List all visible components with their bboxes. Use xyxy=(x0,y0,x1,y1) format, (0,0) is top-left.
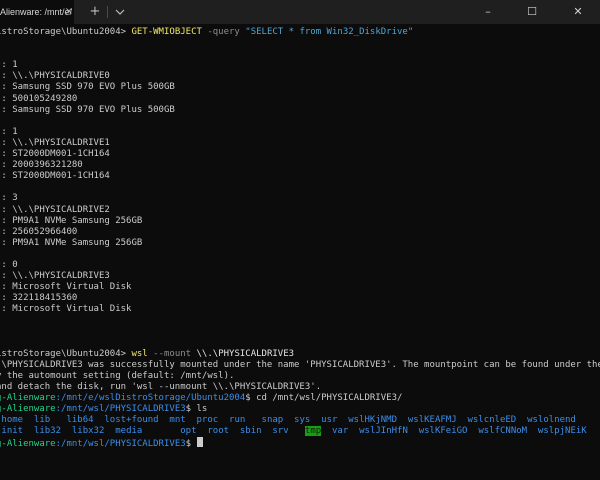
bash-prompt-path: :/mnt/wsl/PHYSICALDRIVE3 xyxy=(55,439,186,449)
drive-field: : \\.\PHYSICALDRIVE2 xyxy=(0,204,110,215)
ps-prompt: istroStorage\Ubuntu2004> xyxy=(0,27,132,37)
ls-entry: lib xyxy=(23,415,51,426)
drive-field: : Microsoft Virtual Disk xyxy=(0,282,132,293)
ls-entry: wslHKjNMD xyxy=(337,415,398,426)
drive-field: : \\.\PHYSICALDRIVE1 xyxy=(0,137,110,148)
text-cursor xyxy=(196,437,203,448)
ls-entry: lib64 xyxy=(50,415,94,426)
drive-field: : \\.\PHYSICALDRIVE0 xyxy=(0,71,110,82)
drive-field: : PM9A1 NVMe Samsung 256GB xyxy=(0,237,143,248)
ls-entry: srv xyxy=(261,426,289,437)
tab-active[interactable]: g-Alienware: /mnt/e/ xyxy=(0,0,74,24)
ps-prompt: istroStorage\Ubuntu2004> xyxy=(0,348,132,359)
drive-field: : 1 xyxy=(1,60,18,71)
drive-field: : ST2000DM001-1CH164 xyxy=(0,149,110,160)
ps-command: GET-WMIOBJECT xyxy=(131,27,202,37)
chevron-down-icon[interactable] xyxy=(114,5,126,19)
ls-entry: home xyxy=(1,415,24,426)
mount-message: and detach the disk, run 'wsl --unmount … xyxy=(0,382,322,392)
drive-field: : 500105249280 xyxy=(0,93,78,104)
drive-field: : Samsung SSD 970 EVO Plus 500GB xyxy=(0,104,175,115)
ps-parameter: -query xyxy=(201,27,246,37)
ls-entry: sbin xyxy=(229,426,262,437)
bash-command: $ xyxy=(185,439,197,449)
ls-entry: sys xyxy=(283,415,311,426)
ls-entry-tmp: tmp xyxy=(304,426,322,437)
ls-entry: wslfCNNoM xyxy=(467,426,528,437)
ls-entry: usr xyxy=(310,415,338,426)
ls-entry: snap xyxy=(245,415,284,426)
ls-entry: opt xyxy=(142,426,197,437)
bash-prompt-host: g-Alienware xyxy=(0,404,56,415)
terminal-line: istroStorage\Ubuntu2004> GET-WMIOBJECT -… xyxy=(0,27,600,38)
mount-message: .\PHYSICALDRIVE3 was successfully mounte… xyxy=(0,359,600,370)
ls-entry: var xyxy=(321,426,349,437)
tab-bar: g-Alienware: /mnt/e/ × + – ☐ ✕ xyxy=(0,0,600,24)
ls-entry: wslpjNEiK xyxy=(527,426,587,437)
terminal-line: g-Alienware:/mnt/wsl/PHYSICALDRIVE3$ xyxy=(0,437,600,449)
plus-icon[interactable]: + xyxy=(88,4,102,20)
drive-field: : 322118415360 xyxy=(0,293,78,304)
ps-command: wsl xyxy=(131,348,148,359)
ls-entry: wslcnleED xyxy=(456,415,517,426)
ls-entry: root xyxy=(196,426,230,437)
terminal-output[interactable]: istroStorage\Ubuntu2004> GET-WMIOBJECT -… xyxy=(0,24,600,480)
bash-prompt-host: g-Alienware xyxy=(0,439,56,449)
terminal-scrollbar[interactable] xyxy=(596,30,599,470)
terminal-window: g-Alienware: /mnt/e/ × + – ☐ ✕ istroStor… xyxy=(0,0,600,480)
drive-field: : \\.\PHYSICALDRIVE3 xyxy=(0,271,110,282)
ls-entry: media xyxy=(104,426,143,437)
bash-prompt-path: :/mnt/e/wslDistroStorage/Ubuntu2004 xyxy=(55,393,246,404)
ls-entry: libx32 xyxy=(61,426,105,437)
drive-field: : 256052966400 xyxy=(0,226,78,237)
ls-entry: wslKEAFMJ xyxy=(397,415,457,426)
terminal-line: istroStorage\Ubuntu2004> wsl --mount \\.… xyxy=(0,349,600,360)
mount-message: y the automount setting (default: /mnt/w… xyxy=(0,370,235,381)
ls-entry: lost+found xyxy=(93,415,159,426)
tab-divider xyxy=(107,6,108,18)
ls-entry: wslKFeiGO xyxy=(407,426,468,437)
ps-parameter: --mount xyxy=(147,348,197,359)
drive-field: : ST2000DM001-1CH164 xyxy=(0,171,110,182)
bash-command: $ ls xyxy=(185,404,208,415)
drive-field: : Samsung SSD 970 EVO Plus 500GB xyxy=(0,82,175,93)
close-icon[interactable]: × xyxy=(64,6,74,18)
ls-entry: lib32 xyxy=(23,426,62,437)
terminal-line: g-Alienware:/mnt/e/wslDistroStorage/Ubun… xyxy=(0,393,600,404)
drive-field: : 0 xyxy=(1,259,18,270)
drive-field: : Microsoft Virtual Disk xyxy=(0,304,132,315)
ls-output-row: init lib32 libx32 media opt root sbin sr… xyxy=(0,426,600,437)
ps-string: "SELECT * from Win32_DiskDrive" xyxy=(245,27,414,37)
ps-argument: \\.\PHYSICALDRIVE3 xyxy=(196,348,295,359)
maximize-icon[interactable]: ☐ xyxy=(510,0,554,24)
ls-entry: mnt xyxy=(158,415,186,426)
ls-output-row: home lib lib64 lost+found mnt proc run s… xyxy=(0,415,600,426)
ls-entry: wslolnend xyxy=(516,415,576,426)
bash-prompt-host: g-Alienware xyxy=(0,393,56,404)
bash-command: $ cd /mnt/wsl/PHYSICALDRIVE3/ xyxy=(245,393,403,404)
tab-title: g-Alienware: /mnt/e/ xyxy=(0,7,73,17)
drive-field: : PM9A1 NVMe Samsung 256GB xyxy=(0,215,143,226)
drive-field: : 2000396321280 xyxy=(0,160,83,171)
terminal-line: g-Alienware:/mnt/wsl/PHYSICALDRIVE3$ ls xyxy=(0,404,600,415)
drive-field: : 3 xyxy=(1,193,18,204)
minimize-icon[interactable]: – xyxy=(466,0,510,24)
ls-entry: run xyxy=(218,415,246,426)
bash-prompt-path: :/mnt/wsl/PHYSICALDRIVE3 xyxy=(55,404,186,415)
ls-spacer xyxy=(289,426,305,436)
ls-entry: proc xyxy=(185,415,219,426)
window-close-icon[interactable]: ✕ xyxy=(556,0,600,24)
ls-entry: init xyxy=(1,426,24,437)
ls-entry: wslJInHfN xyxy=(348,426,408,437)
drive-field: : 1 xyxy=(1,126,18,137)
